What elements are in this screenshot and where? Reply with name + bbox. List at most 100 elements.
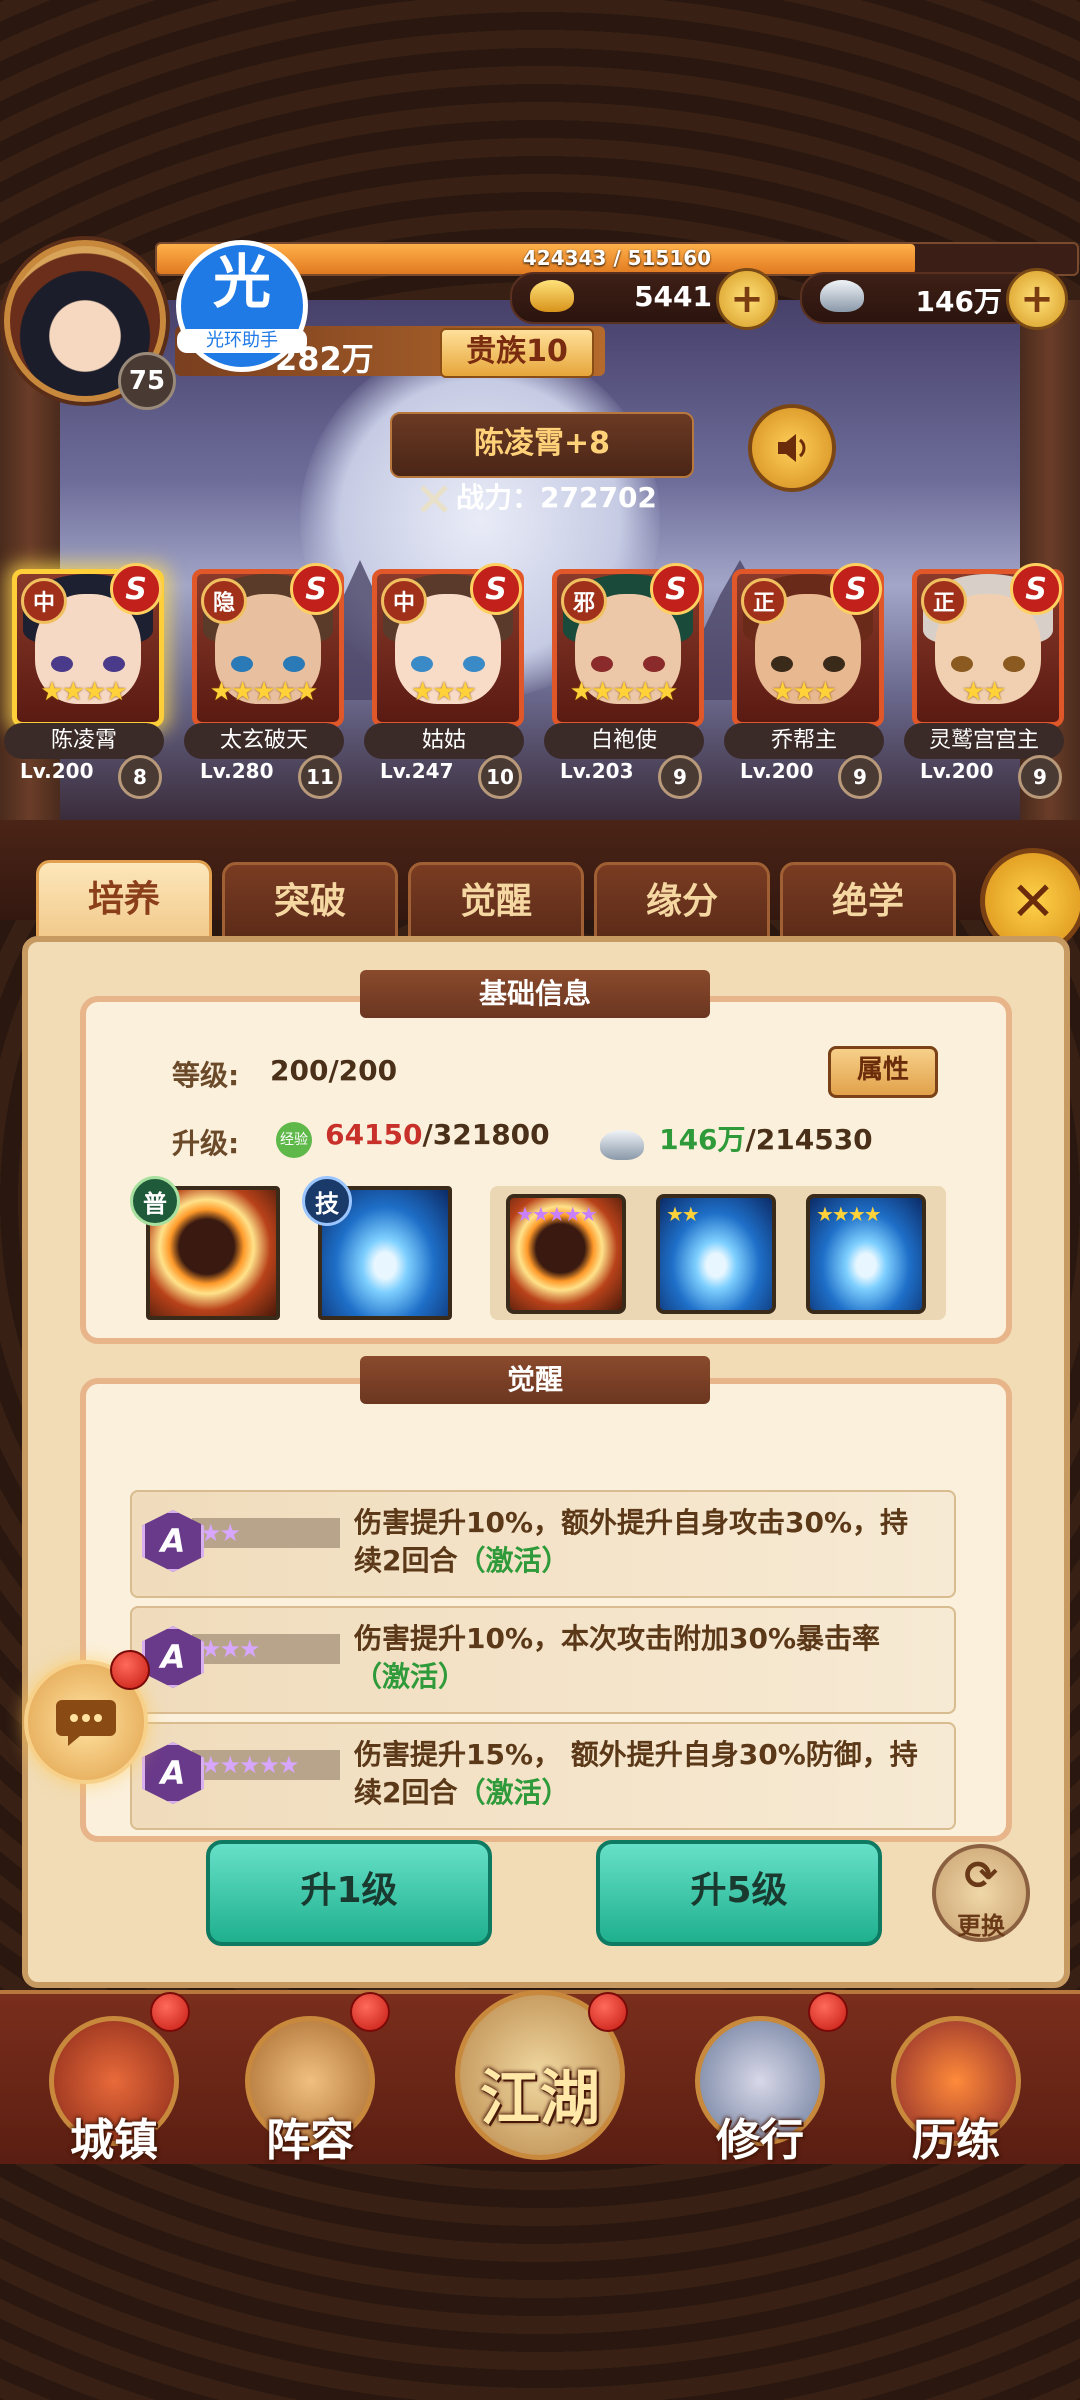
hero-grade-badge: S (110, 563, 162, 615)
voice-button[interactable] (748, 404, 836, 492)
nav-notification-dot (350, 1992, 390, 2032)
battle-power-value: 272702 (540, 481, 657, 514)
hero-stars: ★★★ (771, 677, 837, 707)
skill-upgrade-stars: ★★★★★ (516, 1202, 598, 1226)
awakening-status: （激活） (457, 1544, 570, 1577)
gold-ingot-icon (530, 280, 574, 312)
halo-assistant-button[interactable]: 光 光环助手 (176, 240, 308, 372)
tech-skill-tag: 技 (302, 1176, 352, 1226)
hero-card[interactable]: 隐 S ★★★★★ 太玄破天 Lv.280 11 (184, 563, 344, 799)
halo-label: 光环助手 (177, 329, 307, 353)
hero-card[interactable]: 正 S ★★ 灵鹫宫宫主 Lv.200 9 (904, 563, 1064, 799)
add-silver-button[interactable]: + (1006, 268, 1068, 330)
hero-name: 乔帮主 (724, 723, 884, 759)
level-label: 等级: (172, 1059, 240, 1092)
hero-faction-badge: 邪 (561, 578, 607, 624)
awakening-stars: ★★ (192, 1518, 340, 1548)
normal-skill-tag: 普 (130, 1176, 180, 1226)
nav-label: 江湖 (480, 2064, 600, 2134)
battle-power-label: 战力： (456, 481, 541, 514)
hero-level: Lv.203 (560, 759, 634, 783)
hero-faction-badge: 中 (381, 578, 427, 624)
hero-eye (1003, 656, 1025, 672)
hero-card[interactable]: 中 S ★★★★ 陈凌霄 Lv.200 8 (4, 563, 164, 799)
vip-badge[interactable]: 贵族10 (440, 328, 594, 378)
hero-level: Lv.200 (920, 759, 994, 783)
awakening-item: ★★ A 伤害提升10%，额外提升自身攻击30%，持续2回合（激活） (130, 1490, 956, 1598)
exp-current: 64150 (325, 1118, 423, 1151)
skill-upgrade-stars: ★★★★ (816, 1202, 882, 1226)
hero-stars: ★★ (961, 677, 1007, 707)
nav-item-5[interactable]: 历练 (886, 2016, 1026, 2166)
hero-name: 陈凌霄 (4, 723, 164, 759)
skill-upgrade-fire[interactable]: ★★★★★ (506, 1194, 626, 1314)
hero-stars: ★★★★★ (209, 677, 319, 707)
tab-4[interactable]: 缘分 (594, 862, 770, 944)
silver-ingot-icon (600, 1129, 644, 1160)
nav-item-2[interactable]: 阵容 (240, 2016, 380, 2166)
hero-level: Lv.200 (740, 759, 814, 783)
hero-name: 灵鹫宫宫主 (904, 723, 1064, 759)
hero-card[interactable]: 正 S ★★★ 乔帮主 Lv.200 9 (724, 563, 884, 799)
tab-2[interactable]: 突破 (222, 862, 398, 944)
nav-item-4[interactable]: 修行 (690, 2016, 830, 2166)
attributes-button[interactable]: 属性 (828, 1046, 938, 1098)
battle-power: 战力：272702 (418, 476, 688, 520)
hero-rank-count: 8 (118, 755, 162, 799)
hero-stars: ★★★★ (40, 677, 127, 707)
hero-grade-badge: S (1010, 563, 1062, 615)
tab-1[interactable]: 培养 (36, 860, 212, 942)
awakening-stars: ★★★★★ (192, 1750, 340, 1780)
hero-grade-badge: S (470, 563, 522, 615)
hero-eye (103, 656, 125, 672)
hero-name-plate: 陈凌霄+8 (390, 412, 694, 478)
hero-name: 太玄破天 (184, 723, 344, 759)
nav-label: 城镇 (70, 2115, 158, 2166)
hero-level: Lv.280 (200, 759, 274, 783)
awakening-item: ★★★★★ A 伤害提升15%， 额外提升自身30%防御，持续2回合（激活） (130, 1722, 956, 1830)
chat-bubble-icon (56, 1700, 116, 1746)
skill-upgrades: ★★★★★ ★★ ★★★★ (490, 1186, 946, 1320)
hero-eye (283, 656, 305, 672)
hero-card[interactable]: 中 S ★★★ 姑姑 Lv.247 10 (364, 563, 524, 799)
tab-5[interactable]: 绝学 (780, 862, 956, 944)
hero-eye (771, 656, 793, 672)
awakening-text: 伤害提升10%，本次攻击附加30%暴击率 （激活） (354, 1620, 934, 1696)
silver-ingot-icon (820, 280, 864, 312)
hero-level: Lv.200 (20, 759, 94, 783)
awakening-title: 觉醒 (360, 1356, 710, 1404)
tab-3[interactable]: 觉醒 (408, 862, 584, 944)
hero-level: Lv.247 (380, 759, 454, 783)
hero-card[interactable]: 邪 S ★★★★★ 白袍使 Lv.203 9 (544, 563, 704, 799)
hero-grade-badge: S (290, 563, 342, 615)
hero-eye (411, 656, 433, 672)
nav-notification-dot (150, 1992, 190, 2032)
hero-eye (823, 656, 845, 672)
hero-faction-badge: 中 (21, 578, 67, 624)
awakening-text: 伤害提升15%， 额外提升自身30%防御，持续2回合（激活） (354, 1736, 934, 1812)
nav-notification-dot (808, 1992, 848, 2032)
crossed-swords-icon (420, 485, 448, 513)
silver-total: /214530 (745, 1123, 873, 1156)
nav-label: 修行 (716, 2115, 804, 2166)
upgrade-1-button[interactable]: 升1级 (206, 1840, 492, 1946)
hero-eye (591, 656, 613, 672)
swap-button[interactable]: ⟳ 更换 (932, 1844, 1030, 1942)
speaker-icon (778, 434, 806, 462)
exp-cost: 经验 64150/321800 (276, 1118, 550, 1158)
awakening-stars: ★★★ (192, 1634, 340, 1664)
player-level: 75 (118, 352, 176, 410)
add-gold-button[interactable]: + (716, 268, 778, 330)
gold-resource: 5441 + (510, 268, 778, 330)
exp-total: /321800 (422, 1118, 550, 1151)
hero-rank-count: 9 (1018, 755, 1062, 799)
nav-label: 阵容 (266, 2115, 354, 2166)
hero-eye (951, 656, 973, 672)
upgrade-5-button[interactable]: 升5级 (596, 1840, 882, 1946)
silver-current: 146万 (659, 1123, 746, 1156)
skill-upgrade-ice-2[interactable]: ★★★★ (806, 1194, 926, 1314)
skill-upgrade-ice-1[interactable]: ★★ (656, 1194, 776, 1314)
hero-rank-count: 11 (298, 755, 342, 799)
hero-faction-badge: 隐 (201, 578, 247, 624)
nav-item-1[interactable]: 城镇 (44, 2016, 184, 2166)
